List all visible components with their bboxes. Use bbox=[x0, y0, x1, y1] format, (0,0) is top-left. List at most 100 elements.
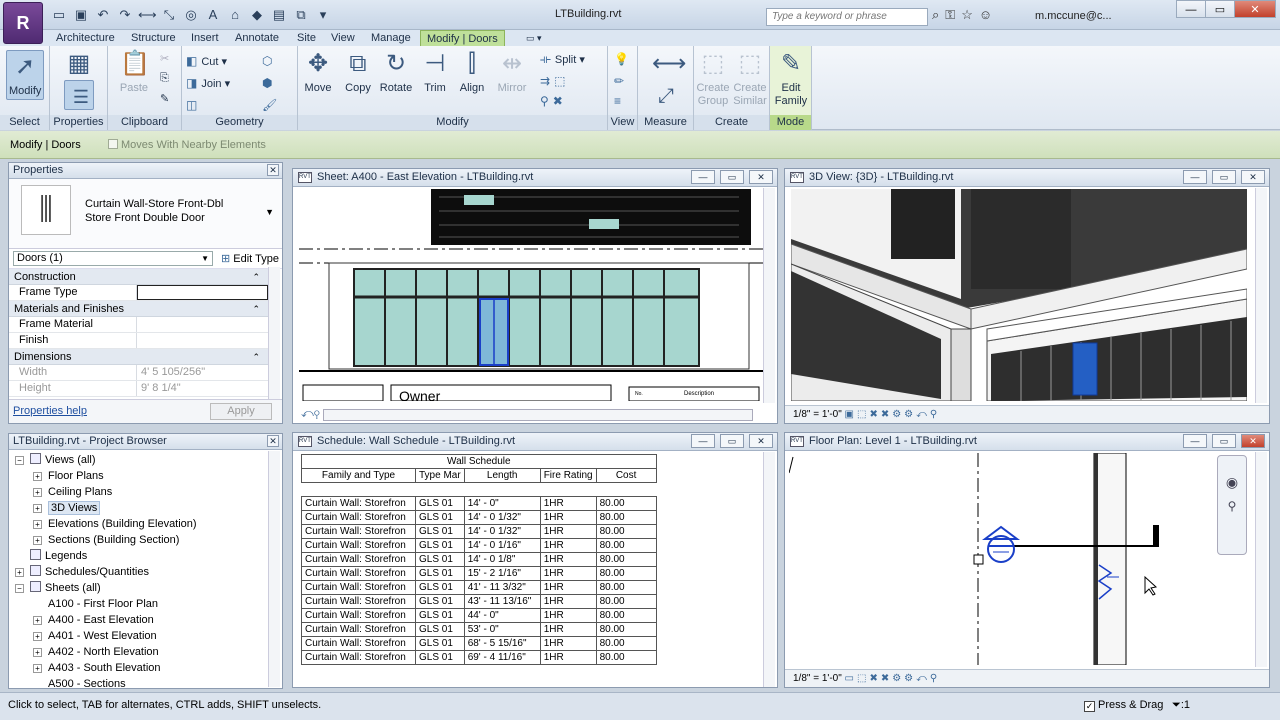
table-cell[interactable]: 15' - 2 1/16" bbox=[463, 566, 541, 581]
table-cell[interactable]: GLS 01 bbox=[415, 524, 465, 539]
override-graphics-icon[interactable]: ✏ bbox=[614, 74, 628, 88]
expand-icon[interactable]: + bbox=[33, 648, 42, 657]
property-row[interactable]: Frame Material bbox=[9, 317, 268, 333]
table-cell[interactable]: 1HR bbox=[539, 594, 597, 609]
table-cell[interactable]: 69' - 4 11/16" bbox=[463, 650, 541, 665]
view-control-icons[interactable]: ▭⬚✖✖⚙⚙⤺⚲ bbox=[845, 673, 941, 684]
paste-button[interactable]: 📋 Paste bbox=[114, 50, 154, 94]
aligned-dimension-icon[interactable]: ⤡ bbox=[160, 6, 178, 24]
binoculars-icon[interactable]: ⌕ bbox=[932, 7, 939, 23]
browser-item[interactable]: + Ceiling Plans bbox=[9, 484, 268, 500]
cut-geometry-button[interactable]: ◧ Cut ▾ bbox=[186, 54, 227, 68]
table-cell[interactable]: 14' - 0 1/16" bbox=[463, 538, 541, 553]
user-account[interactable]: m.mccune@c... bbox=[1035, 10, 1112, 22]
chevron-down-icon[interactable]: ▼ bbox=[265, 207, 274, 217]
tab-view[interactable]: View bbox=[331, 30, 355, 46]
type-selector[interactable]: ⫼ Curtain Wall-Store Front-Dbl Store Fro… bbox=[9, 179, 282, 249]
create-similar-button[interactable]: ⬚ Create Similar bbox=[732, 50, 768, 108]
table-cell[interactable]: Curtain Wall: Storefron bbox=[301, 650, 416, 665]
restore-icon[interactable]: ▭ bbox=[720, 434, 744, 448]
table-cell[interactable]: 80.00 bbox=[595, 524, 657, 539]
table-row[interactable]: Curtain Wall: Storefron GLS 01 14' - 0 1/3… bbox=[301, 524, 657, 539]
tab-modify-doors[interactable]: Modify | Doors bbox=[420, 30, 505, 46]
property-value[interactable]: 9' 8 1/4" bbox=[137, 381, 268, 396]
application-menu-button[interactable]: R bbox=[3, 2, 43, 44]
browser-item[interactable]: A500 - Sections bbox=[9, 676, 268, 692]
table-row[interactable]: Curtain Wall: Storefron GLS 01 14' - 0 1/3… bbox=[301, 510, 657, 525]
table-cell[interactable]: 1HR bbox=[539, 538, 597, 553]
table-cell[interactable]: 44' - 0" bbox=[463, 608, 541, 623]
edit-type-button[interactable]: ⊞ Edit Type bbox=[221, 252, 279, 265]
table-row[interactable]: Curtain Wall: Storefron GLS 01 44' - 0" 1HR… bbox=[301, 608, 657, 623]
copy-button[interactable]: ⧉ Copy bbox=[340, 50, 376, 94]
press-drag-checkbox[interactable]: ✓ Press & Drag bbox=[1084, 693, 1163, 717]
maximize-icon[interactable]: ▭ bbox=[1205, 0, 1235, 18]
3d-model-drawing[interactable] bbox=[791, 189, 1247, 401]
table-cell[interactable]: 80.00 bbox=[595, 538, 657, 553]
offset-icon[interactable]: ⇉ ⬚ bbox=[540, 74, 569, 88]
trim-button[interactable]: ⊣ Trim bbox=[418, 50, 452, 94]
floor-plan-drawing[interactable] bbox=[789, 453, 1245, 665]
close-icon[interactable]: ✕ bbox=[1241, 170, 1265, 184]
properties-category[interactable]: Dimensions ⌃ bbox=[9, 349, 268, 365]
table-cell[interactable]: GLS 01 bbox=[415, 650, 465, 665]
table-cell[interactable]: GLS 01 bbox=[415, 594, 465, 609]
table-cell[interactable]: 80.00 bbox=[595, 622, 657, 637]
expand-icon[interactable]: + bbox=[33, 632, 42, 641]
table-cell[interactable]: GLS 01 bbox=[415, 608, 465, 623]
expand-icon[interactable]: + bbox=[33, 504, 42, 513]
table-cell[interactable]: 14' - 0" bbox=[463, 496, 541, 511]
subscription-icon[interactable]: ⚿ bbox=[945, 7, 955, 23]
table-cell[interactable]: Curtain Wall: Storefron bbox=[301, 580, 416, 595]
close-icon[interactable]: ✕ bbox=[267, 435, 279, 447]
expand-icon[interactable]: + bbox=[33, 520, 42, 529]
table-cell[interactable]: 80.00 bbox=[595, 650, 657, 665]
restore-icon[interactable]: ▭ bbox=[1212, 170, 1236, 184]
property-value[interactable]: 4' 5 105/256" bbox=[137, 365, 268, 380]
table-cell[interactable]: 41' - 11 3/32" bbox=[463, 580, 541, 595]
table-cell[interactable]: 68' - 5 15/16" bbox=[463, 636, 541, 651]
properties-toggle-button[interactable]: ☰ bbox=[64, 80, 94, 110]
sheet-drawing[interactable]: Owner No. Description bbox=[299, 189, 769, 401]
table-cell[interactable]: 1HR bbox=[539, 608, 597, 623]
save-icon[interactable]: ▣ bbox=[72, 6, 90, 24]
properties-help-link[interactable]: Properties help bbox=[13, 405, 87, 417]
table-cell[interactable]: GLS 01 bbox=[415, 496, 465, 511]
table-cell[interactable]: 1HR bbox=[539, 496, 597, 511]
restore-icon[interactable]: ▭ bbox=[720, 170, 744, 184]
join-geometry-button[interactable]: ◨ Join ▾ bbox=[186, 76, 230, 90]
browser-item[interactable]: +3D Views bbox=[9, 500, 268, 516]
table-cell[interactable]: 1HR bbox=[539, 510, 597, 525]
type-properties-button[interactable]: ▦ bbox=[64, 50, 94, 82]
table-cell[interactable]: 1HR bbox=[539, 622, 597, 637]
table-cell[interactable]: 14' - 0 1/32" bbox=[463, 510, 541, 525]
split-button[interactable]: ⟛ Split ▾ bbox=[540, 52, 585, 67]
collapse-icon[interactable]: ⌃ bbox=[252, 269, 260, 285]
table-cell[interactable]: Curtain Wall: Storefron bbox=[301, 594, 416, 609]
expand-icon[interactable]: + bbox=[33, 616, 42, 625]
tab-architecture[interactable]: Architecture bbox=[56, 30, 115, 46]
table-cell[interactable]: Curtain Wall: Storefron bbox=[301, 636, 416, 651]
table-row[interactable]: Curtain Wall: Storefron GLS 01 14' - 0 1/8… bbox=[301, 552, 657, 567]
moves-with-nearby-checkbox[interactable]: Moves With Nearby Elements bbox=[108, 139, 266, 151]
3d-view-icon[interactable]: ⌂ bbox=[226, 6, 244, 24]
split-face-icon[interactable]: ⬢ bbox=[262, 76, 276, 90]
browser-item[interactable]: + A403 - South Elevation bbox=[9, 660, 268, 676]
minimize-icon[interactable]: — bbox=[1176, 0, 1206, 18]
instance-filter-dropdown[interactable]: Doors (1) ▼ bbox=[13, 251, 213, 266]
zoom-icon[interactable]: ⚲ bbox=[1218, 499, 1246, 513]
restore-icon[interactable]: ▭ bbox=[1212, 434, 1236, 448]
rotate-button[interactable]: ↻ Rotate bbox=[378, 50, 414, 94]
match-type-icon[interactable]: ✎ bbox=[160, 92, 169, 105]
table-cell[interactable]: 1HR bbox=[539, 524, 597, 539]
align-button[interactable]: ⫿ Align bbox=[454, 50, 490, 94]
table-cell[interactable]: Curtain Wall: Storefron bbox=[301, 622, 416, 637]
table-cell[interactable]: 43' - 11 13/16" bbox=[463, 594, 541, 609]
measure-icon[interactable]: ⟷ bbox=[138, 6, 157, 24]
browser-item[interactable]: − Sheets (all) bbox=[9, 580, 268, 596]
schedule-column-header[interactable]: Fire Rating bbox=[539, 468, 597, 483]
schedule-column-header[interactable]: Family and Type bbox=[301, 468, 416, 483]
section-icon[interactable]: ◆ bbox=[248, 6, 266, 24]
qat-dropdown-icon[interactable]: ▾ bbox=[314, 6, 332, 24]
browser-item[interactable]: + A400 - East Elevation bbox=[9, 612, 268, 628]
